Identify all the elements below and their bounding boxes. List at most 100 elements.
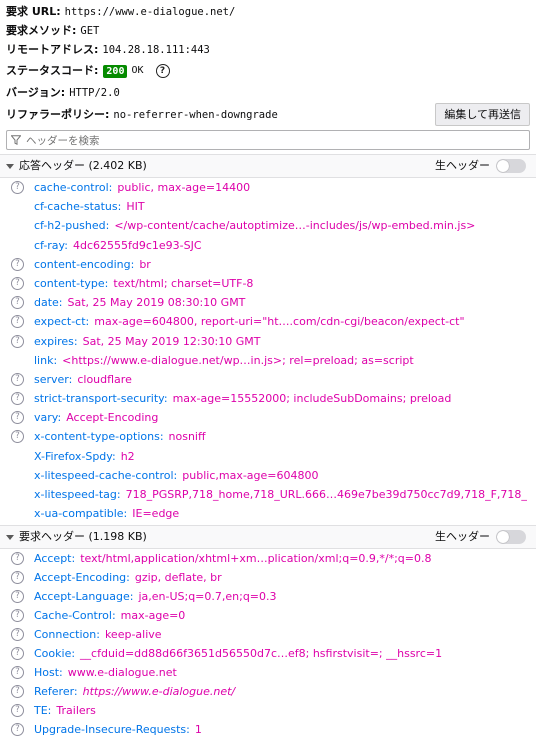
header-value[interactable]: IE=edge [132, 507, 179, 520]
header-row[interactable]: ? Host: www.e-dialogue.net [0, 663, 536, 682]
header-row[interactable]: ? Upgrade-Insecure-Requests: 1 [0, 720, 536, 739]
header-row[interactable]: ? content-type: text/html; charset=UTF-8 [0, 274, 536, 293]
raw-headers-switch[interactable] [496, 530, 526, 545]
header-name: expect-ct: [34, 315, 90, 329]
header-value[interactable]: Sat, 25 May 2019 08:30:10 GMT [68, 296, 246, 309]
header-value[interactable]: keep-alive [105, 628, 162, 641]
header-value[interactable]: www.e-dialogue.net [68, 666, 177, 679]
raw-headers-toggle-request[interactable]: 生ヘッダー [435, 526, 526, 548]
header-value[interactable]: 1 [195, 723, 202, 736]
header-row[interactable]: cf-h2-pushed: </wp-content/cache/autoptim… [0, 216, 536, 235]
help-icon[interactable]: ? [11, 609, 24, 623]
remote-address-row: リモートアドレス: 104.28.18.111:443 [6, 40, 530, 59]
expand-triangle-icon[interactable] [6, 534, 14, 540]
header-name: x-litespeed-tag: [34, 488, 121, 501]
help-icon[interactable]: ? [11, 571, 24, 585]
response-header-list: ? cache-control: public, max-age=14400 cf-c… [0, 178, 536, 523]
header-value[interactable]: </wp-content/cache/autoptimize…-includes… [114, 219, 475, 232]
header-value[interactable]: __cfduid=dd88d66f3651d56550d7c…ef8; hsfi… [80, 647, 442, 660]
edit-and-resend-button[interactable]: 編集して再送信 [435, 103, 530, 126]
raw-headers-switch[interactable] [496, 159, 526, 173]
header-row[interactable]: x-ua-compatible: IE=edge [0, 504, 536, 523]
help-icon[interactable]: ? [11, 723, 24, 737]
request-headers-section[interactable]: 要求ヘッダー (1.198 KB) 生ヘッダー [0, 525, 536, 550]
header-value[interactable]: HIT [126, 200, 144, 213]
header-row[interactable]: ? date: Sat, 25 May 2019 08:30:10 GMT [0, 293, 536, 312]
header-value[interactable]: nosniff [169, 430, 206, 443]
header-row[interactable]: ? TE: Trailers [0, 701, 536, 720]
header-row[interactable]: ? Cookie: __cfduid=dd88d66f3651d56550d7c…e… [0, 644, 536, 663]
url-value[interactable]: https://www.e-dialogue.net/ [65, 6, 236, 18]
response-headers-section[interactable]: 応答ヘッダー (2.402 KB) 生ヘッダー [0, 154, 536, 178]
switch-knob [497, 531, 509, 544]
header-name: Connection: [34, 628, 100, 642]
help-icon[interactable]: ? [11, 552, 24, 566]
header-value[interactable]: br [139, 258, 151, 271]
help-icon[interactable]: ? [11, 685, 24, 699]
header-value[interactable]: h2 [121, 450, 135, 463]
header-name: date: [34, 296, 63, 310]
switch-knob [497, 160, 509, 172]
header-value[interactable]: max-age=604800, report-uri="ht….com/cdn-… [94, 315, 464, 328]
header-row[interactable]: ? Accept-Language: ja,en-US;q=0.7,en;q=0.3 [0, 587, 536, 606]
header-row[interactable]: x-litespeed-tag: 718_PGSRP,718_home,718_U… [0, 485, 536, 504]
header-value[interactable]: gzip, deflate, br [135, 571, 222, 584]
header-name: Accept-Encoding: [34, 571, 130, 585]
help-icon[interactable]: ? [11, 411, 24, 425]
header-value[interactable]: public, max-age=14400 [117, 181, 250, 194]
header-row[interactable]: cf-ray: 4dc62555fd9c1e93-SJC [0, 236, 536, 255]
help-icon[interactable]: ? [11, 430, 24, 444]
header-row[interactable]: X-Firefox-Spdy: h2 [0, 447, 536, 466]
help-icon[interactable]: ? [11, 334, 24, 348]
header-row[interactable]: link: <https://www.e-dialogue.net/wp…in.j… [0, 351, 536, 370]
header-value[interactable]: 718_PGSRP,718_home,718_URL.666…469e7be39… [126, 488, 527, 501]
help-icon[interactable]: ? [11, 276, 24, 290]
header-row[interactable]: x-litespeed-cache-control: public,max-age… [0, 466, 536, 485]
header-row[interactable]: ? Connection: keep-alive [0, 625, 536, 644]
header-value[interactable]: 4dc62555fd9c1e93-SJC [73, 239, 202, 252]
header-row[interactable]: cf-cache-status: HIT [0, 197, 536, 216]
help-icon[interactable]: ? [11, 392, 24, 406]
header-value[interactable]: ja,en-US;q=0.7,en;q=0.3 [138, 590, 276, 603]
header-value[interactable]: Accept-Encoding [66, 411, 158, 424]
header-value[interactable]: https://www.e-dialogue.net/ [83, 685, 236, 698]
raw-headers-toggle-response[interactable]: 生ヘッダー [435, 155, 526, 177]
help-icon[interactable]: ? [11, 257, 24, 271]
help-icon[interactable]: ? [11, 704, 24, 718]
help-icon[interactable]: ? [11, 628, 24, 642]
header-row[interactable]: ? x-content-type-options: nosniff [0, 427, 536, 446]
header-row[interactable]: ? cache-control: public, max-age=14400 [0, 178, 536, 197]
header-value[interactable]: max-age=0 [121, 609, 186, 622]
help-icon[interactable]: ? [11, 666, 24, 680]
help-icon[interactable]: ? [11, 181, 24, 194]
header-row[interactable]: ? expires: Sat, 25 May 2019 12:30:10 GMT [0, 332, 536, 351]
header-filter-input[interactable]: ヘッダーを検索 [6, 130, 530, 150]
header-row[interactable]: ? Accept-Encoding: gzip, deflate, br [0, 568, 536, 587]
header-row[interactable]: ? Accept: text/html,application/xhtml+xm…p… [0, 549, 536, 568]
help-icon[interactable]: ? [11, 315, 24, 329]
header-row[interactable]: ? Referer: https://www.e-dialogue.net/ [0, 682, 536, 701]
header-value[interactable]: text/html; charset=UTF-8 [113, 277, 253, 290]
header-row[interactable]: ? vary: Accept-Encoding [0, 408, 536, 427]
help-icon[interactable]: ? [11, 590, 24, 604]
header-value[interactable]: text/html,application/xhtml+xm…plication… [80, 552, 431, 565]
help-icon[interactable]: ? [11, 647, 24, 661]
header-row[interactable]: ? content-encoding: br [0, 255, 536, 274]
header-value[interactable]: Sat, 25 May 2019 12:30:10 GMT [83, 335, 261, 348]
header-value[interactable]: cloudflare [77, 373, 132, 386]
status-help-icon[interactable]: ? [155, 64, 170, 78]
header-row[interactable]: ? server: cloudflare [0, 370, 536, 389]
header-value[interactable]: max-age=15552000; includeSubDomains; pre… [173, 392, 452, 405]
header-value[interactable]: <https://www.e-dialogue.net/wp…in.js>; r… [62, 354, 414, 367]
header-row[interactable]: ? Cache-Control: max-age=0 [0, 606, 536, 625]
header-name: Host: [34, 666, 63, 680]
header-value[interactable]: public,max-age=604800 [182, 469, 318, 482]
header-row[interactable]: ? expect-ct: max-age=604800, report-uri="h… [0, 312, 536, 331]
request-summary: 要求 URL: https://www.e-dialogue.net/ 要求メソッ… [0, 0, 536, 128]
expand-triangle-icon[interactable] [6, 163, 14, 169]
header-value[interactable]: Trailers [56, 704, 96, 717]
raw-headers-label: 生ヘッダー [435, 530, 490, 544]
help-icon[interactable]: ? [11, 372, 24, 386]
header-row[interactable]: ? strict-transport-security: max-age=15552… [0, 389, 536, 408]
help-icon[interactable]: ? [11, 296, 24, 310]
